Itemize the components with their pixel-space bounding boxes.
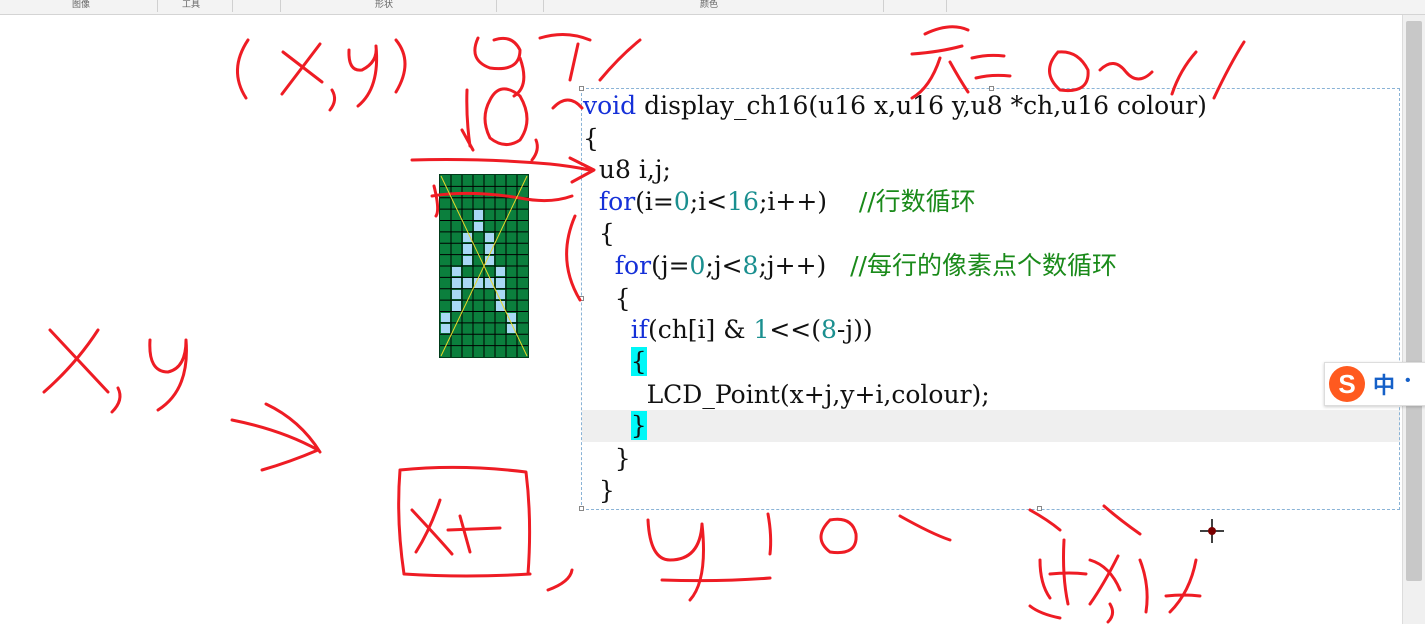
code-token: <<( <box>769 315 822 344</box>
code-token: 0 <box>673 187 690 216</box>
ribbon-bar: 图像 工具 形状 颜色 <box>0 0 1425 15</box>
ribbon-group-image[interactable]: 图像 <box>72 0 90 10</box>
code-token: 8 <box>821 315 837 344</box>
code-token: { <box>630 347 647 376</box>
code-token: //行数循环 <box>858 187 976 216</box>
code-token: 8 <box>742 251 759 280</box>
code-token: } <box>598 476 615 505</box>
code-token: ;i< <box>689 187 728 216</box>
code-line: LCD_Point(x+j,y+i,colour); <box>583 379 990 411</box>
ribbon-separator <box>496 0 497 12</box>
ime-punctuation-icon[interactable]: • <box>1405 372 1411 390</box>
code-line: { <box>583 218 615 250</box>
sogou-logo-icon[interactable]: S <box>1329 366 1365 402</box>
code-line: u8 i,j; <box>583 154 671 186</box>
code-token: ;j++) <box>758 251 851 280</box>
ribbon-group-colors[interactable]: 颜色 <box>700 0 718 10</box>
code-token: } <box>630 411 647 440</box>
code-token: ;i++) <box>758 187 859 216</box>
code-token: { <box>598 219 615 248</box>
code-line: void display_ch16(u16 x,u16 y,u8 *ch,u16… <box>583 90 1207 122</box>
code-token: u8 i,j; <box>598 155 671 184</box>
code-token: (i= <box>635 187 674 216</box>
code-token: void <box>583 91 637 120</box>
ribbon-separator <box>280 0 281 12</box>
ribbon-separator <box>883 0 884 12</box>
code-token: for <box>614 251 652 280</box>
code-token: (j= <box>651 251 690 280</box>
code-token: //每行的像素点个数循环 <box>850 251 1117 280</box>
ribbon-separator <box>157 0 158 12</box>
code-token: ;j< <box>705 251 743 280</box>
code-token: 1 <box>753 315 770 344</box>
code-line: } <box>583 443 631 475</box>
grid-lines <box>440 175 528 357</box>
pixel-character-grid <box>439 174 529 358</box>
ime-mode-toggle[interactable]: 中 <box>1373 368 1395 400</box>
code-line: } <box>583 475 615 507</box>
code-token: } <box>614 444 631 473</box>
ribbon-separator <box>232 0 233 12</box>
ribbon-separator <box>946 0 947 12</box>
ribbon-separator <box>543 0 544 12</box>
code-line: { <box>583 283 631 315</box>
code-token: LCD_Point(x+j,y+i,colour); <box>646 380 990 409</box>
code-token: (ch[i] & <box>647 315 754 344</box>
code-line: { <box>583 123 599 155</box>
code-token: 0 <box>689 251 706 280</box>
code-line: } <box>583 410 647 442</box>
code-token: for <box>598 187 636 216</box>
code-line: if(ch[i] & 1<<(8-j)) <box>583 314 873 346</box>
code-token: -j)) <box>836 315 873 344</box>
pasted-code-selection[interactable] <box>579 86 1400 511</box>
ribbon-group-tools[interactable]: 工具 <box>182 0 200 10</box>
code-token: display_ch16(u16 x,u16 y,u8 *ch,u16 colo… <box>636 91 1207 120</box>
code-token: { <box>583 124 599 153</box>
scrollbar-thumb[interactable] <box>1406 21 1422 581</box>
ribbon-group-shapes[interactable]: 形状 <box>375 0 393 10</box>
crosshair-cursor-icon <box>1200 519 1224 543</box>
code-line: { <box>583 346 647 378</box>
code-token: 16 <box>727 187 759 216</box>
code-line: for(i=0;i<16;i++) //行数循环 <box>583 186 976 218</box>
vertical-scrollbar[interactable] <box>1402 15 1425 624</box>
code-line: for(j=0;j<8;j++) //每行的像素点个数循环 <box>583 250 1117 282</box>
resize-handle[interactable] <box>1037 506 1042 511</box>
ime-status-bar[interactable]: S 中 • <box>1324 362 1425 406</box>
code-token: { <box>614 284 631 313</box>
code-token: if <box>630 315 648 344</box>
